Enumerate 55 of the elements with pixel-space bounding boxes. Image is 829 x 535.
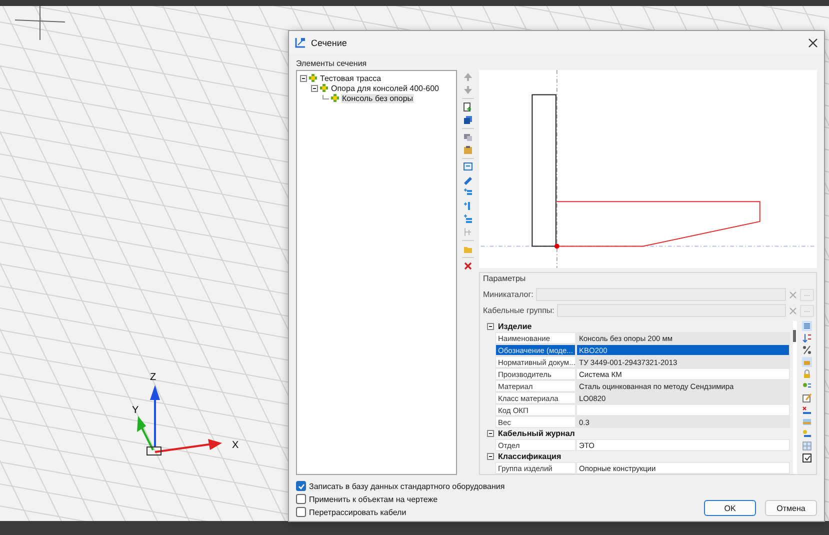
tree-item[interactable]: Опора для консолей 400-600 — [330, 84, 440, 92]
insert-top-icon[interactable] — [463, 188, 474, 198]
node-icon — [309, 74, 317, 82]
remove-row-icon[interactable] — [802, 405, 812, 415]
collapse-icon[interactable] — [487, 453, 494, 460]
checkbox-label: Перетрассировать кабели — [309, 508, 406, 516]
collapse-icon[interactable] — [300, 74, 307, 82]
edit-icon[interactable] — [463, 175, 474, 185]
scroll-thumb[interactable] — [793, 330, 796, 342]
tree-item[interactable]: Тестовая трасса — [319, 74, 382, 82]
insert-bottom-icon[interactable] — [463, 214, 474, 224]
dialog-button[interactable]: OK — [704, 500, 756, 516]
frame-icon[interactable] — [463, 162, 474, 172]
dialog-button[interactable]: Отмена — [765, 500, 817, 516]
checkbox[interactable] — [296, 481, 306, 491]
checkbox[interactable] — [296, 494, 306, 504]
tree-line — [322, 94, 329, 102]
window-title: Сечение — [311, 38, 348, 48]
axis-label: X — [232, 440, 239, 451]
app-icon — [295, 37, 306, 48]
collapse-icon[interactable] — [487, 430, 494, 437]
percent-icon[interactable] — [802, 345, 812, 355]
category-title: Кабельный журнал — [498, 429, 575, 438]
checkbox-label: Применить к объектам на чертеже — [309, 494, 438, 504]
lock-icon[interactable] — [802, 369, 812, 379]
group-title: Параметры — [483, 274, 527, 285]
sort-icon[interactable] — [802, 333, 812, 343]
collapse-icon[interactable] — [311, 84, 318, 92]
axis-label: Y — [132, 405, 139, 416]
checkbox-label: Записать в базу данных стандартного оборудования — [309, 482, 505, 490]
stack-icon[interactable] — [463, 132, 474, 142]
paste-icon[interactable] — [463, 145, 474, 155]
checklist-icon[interactable] — [802, 453, 812, 463]
tree-item[interactable]: Консоль без опоры — [341, 94, 414, 102]
category-title: Классификация — [498, 452, 562, 461]
copy-icon[interactable] — [463, 115, 474, 125]
add-document-icon[interactable] — [463, 102, 474, 112]
delete-icon[interactable] — [463, 261, 474, 271]
node-icon — [320, 84, 328, 92]
category-title: Изделие — [498, 322, 532, 331]
x-axis-arrow — [154, 439, 222, 453]
field-label: Миникаталог: — [483, 290, 534, 299]
crosshair-icon — [14, 6, 66, 40]
collapse-icon[interactable] — [487, 323, 494, 330]
axis-label: Z — [150, 372, 156, 383]
node-icon — [331, 94, 339, 102]
origin-icon — [146, 446, 162, 456]
checkbox[interactable] — [296, 507, 306, 517]
field-label: Кабельные группы: — [483, 306, 554, 315]
z-axis-arrow — [150, 385, 160, 447]
y-axis-arrow — [137, 416, 154, 450]
note-edit-icon[interactable] — [802, 393, 812, 403]
close-icon[interactable] — [808, 38, 818, 48]
categories-icon[interactable] — [802, 321, 812, 331]
section-label: Элементы сечения — [296, 58, 368, 70]
